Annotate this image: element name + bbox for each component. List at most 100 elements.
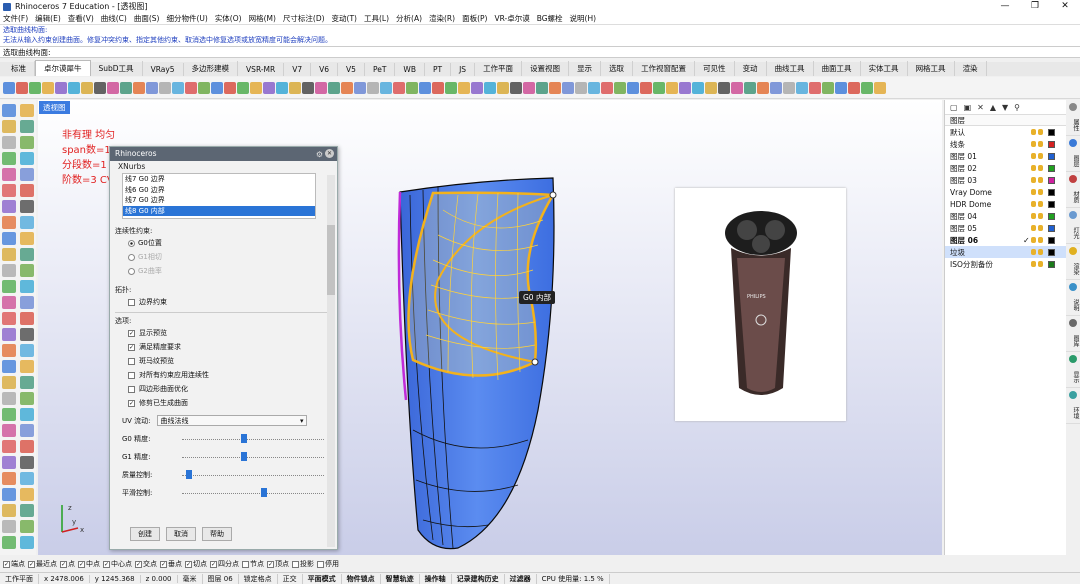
layer-row[interactable]: 默认 (945, 126, 1066, 138)
toolbar-tab[interactable]: V5 (338, 63, 365, 76)
toolbar-tool-icon[interactable] (835, 81, 847, 94)
toolbar-tool-icon[interactable] (549, 81, 561, 94)
menu-item[interactable]: 查看(V) (68, 13, 94, 24)
slider-track[interactable] (182, 457, 324, 458)
toolbar-tab[interactable]: 设置视图 (522, 61, 570, 76)
lightbulb-icon[interactable] (1031, 261, 1036, 267)
left-tool-icon[interactable] (2, 152, 16, 165)
layer-color-swatch[interactable] (1048, 260, 1055, 268)
layer-color-swatch[interactable] (1048, 248, 1055, 256)
left-tool-icon[interactable] (2, 440, 16, 453)
minimize-button[interactable]: — (990, 0, 1020, 13)
left-tool-icon[interactable] (20, 168, 34, 181)
toolbar-tab[interactable]: 曲线工具 (767, 61, 814, 76)
toolbar-tool-icon[interactable] (250, 81, 262, 94)
left-tool-icon[interactable] (20, 504, 34, 517)
left-tool-icon[interactable] (20, 312, 34, 325)
left-tool-icon[interactable] (2, 296, 16, 309)
accuracy-slider[interactable]: G0 精度: (122, 430, 337, 448)
toolbar-tab[interactable]: 渲染 (955, 61, 987, 76)
slider-handle[interactable] (241, 434, 248, 443)
left-tool-icon[interactable] (20, 184, 34, 197)
toolbar-tool-icon[interactable] (796, 81, 808, 94)
lock-icon[interactable] (1038, 213, 1043, 219)
viewport-title-tab[interactable]: 透视图 (39, 101, 70, 114)
accuracy-slider[interactable]: G1 精度: (122, 448, 337, 466)
left-tool-icon[interactable] (2, 456, 16, 469)
toolbar-tool-icon[interactable] (536, 81, 548, 94)
curve-list-item[interactable]: 线7 G0 边界 (123, 195, 315, 206)
lightbulb-icon[interactable] (1031, 225, 1036, 231)
layer-row[interactable]: 线条 (945, 138, 1066, 150)
status-toggle[interactable]: 平面模式 (303, 573, 342, 584)
menu-item[interactable]: 网格(M) (249, 13, 276, 24)
left-tool-icon[interactable] (2, 264, 16, 277)
lightbulb-icon[interactable] (1031, 249, 1036, 255)
panel-tab[interactable]: 图层 (1066, 136, 1080, 172)
osnap-checkbox[interactable]: ✓ 垂点 (160, 559, 182, 569)
toolbar-tool-icon[interactable] (237, 81, 249, 94)
constraint-curve-list[interactable]: 线7 G0 边界 线6 G0 边界 线7 G0 边界 线8 G0 内部 (122, 173, 316, 219)
menu-item[interactable]: 编辑(E) (35, 13, 61, 24)
left-tool-icon[interactable] (2, 472, 16, 485)
osnap-checkbox[interactable]: ✓ 四分点 (210, 559, 239, 569)
toolbar-tool-icon[interactable] (575, 81, 587, 94)
new-sublayer-icon[interactable]: ▣ (964, 103, 972, 112)
scroll-thumb[interactable] (327, 225, 335, 295)
toolbar-tool-icon[interactable] (3, 81, 15, 94)
lightbulb-icon[interactable] (1031, 201, 1036, 207)
checkbox-box[interactable] (128, 371, 135, 379)
toolbar-tool-icon[interactable] (822, 81, 834, 94)
toolbar-tab[interactable]: 工作视窗配置 (633, 61, 696, 76)
status-toggle[interactable]: 锁定格点 (239, 573, 278, 584)
toolbar-tab[interactable]: VRay5 (143, 63, 184, 76)
layer-row[interactable]: HDR Dome (945, 198, 1066, 210)
dialog-titlebar[interactable]: Rhinoceros ⚙ ✕ (110, 147, 337, 161)
toolbar-tab[interactable]: 工作平面 (475, 61, 523, 76)
osnap-checkbox[interactable]: 停用 (317, 559, 339, 569)
slider-track[interactable] (182, 475, 324, 476)
toolbar-tool-icon[interactable] (679, 81, 691, 94)
create-button[interactable]: 创建 (130, 527, 160, 541)
menu-item[interactable]: 工具(L) (364, 13, 389, 24)
toolbar-tool-icon[interactable] (393, 81, 405, 94)
panel-tab[interactable]: 说明 (1066, 280, 1080, 316)
toolbar-tab[interactable]: 选取 (601, 61, 634, 76)
left-tool-icon[interactable] (20, 200, 34, 213)
toolbar-tab[interactable]: 网格工具 (908, 61, 955, 76)
lock-icon[interactable] (1038, 201, 1043, 207)
checkbox-box[interactable]: ✓ (128, 399, 135, 407)
panel-tab[interactable]: 材质 (1066, 172, 1080, 208)
osnap-checkbox[interactable]: 投影 (292, 559, 314, 569)
lock-icon[interactable] (1038, 141, 1043, 147)
toolbar-tool-icon[interactable] (510, 81, 522, 94)
lightbulb-icon[interactable] (1031, 189, 1036, 195)
toolbar-tool-icon[interactable] (315, 81, 327, 94)
layer-color-swatch[interactable] (1048, 128, 1055, 136)
delete-layer-icon[interactable]: ✕ (977, 103, 984, 112)
toolbar-tool-icon[interactable] (42, 81, 54, 94)
toolbar-tool-icon[interactable] (328, 81, 340, 94)
layer-row[interactable]: 垃圾 (945, 246, 1066, 258)
lightbulb-icon[interactable] (1031, 129, 1036, 135)
left-tool-icon[interactable] (20, 392, 34, 405)
toolbar-tool-icon[interactable] (16, 81, 28, 94)
left-tool-icon[interactable] (2, 424, 16, 437)
left-tool-icon[interactable] (20, 344, 34, 357)
layer-row[interactable]: ISO分割备份 (945, 258, 1066, 270)
layer-row[interactable]: 图层 02 (945, 162, 1066, 174)
toolbar-tab[interactable]: 变动 (735, 61, 767, 76)
layer-row[interactable]: 图层 03 (945, 174, 1066, 186)
move-up-icon[interactable]: ▲ (990, 103, 996, 112)
osnap-checkbox[interactable]: ✓ 顶点 (267, 559, 289, 569)
toolbar-tool-icon[interactable] (848, 81, 860, 94)
option-checkbox[interactable]: 四边形曲面优化 (128, 382, 337, 396)
toolbar-tool-icon[interactable] (55, 81, 67, 94)
toolbar-tool-icon[interactable] (562, 81, 574, 94)
toolbar-tool-icon[interactable] (302, 81, 314, 94)
checkbox-box[interactable] (242, 560, 249, 568)
toolbar-tool-icon[interactable] (627, 81, 639, 94)
lock-icon[interactable] (1038, 129, 1043, 135)
toolbar-tool-icon[interactable] (601, 81, 613, 94)
toolbar-tool-icon[interactable] (211, 81, 223, 94)
